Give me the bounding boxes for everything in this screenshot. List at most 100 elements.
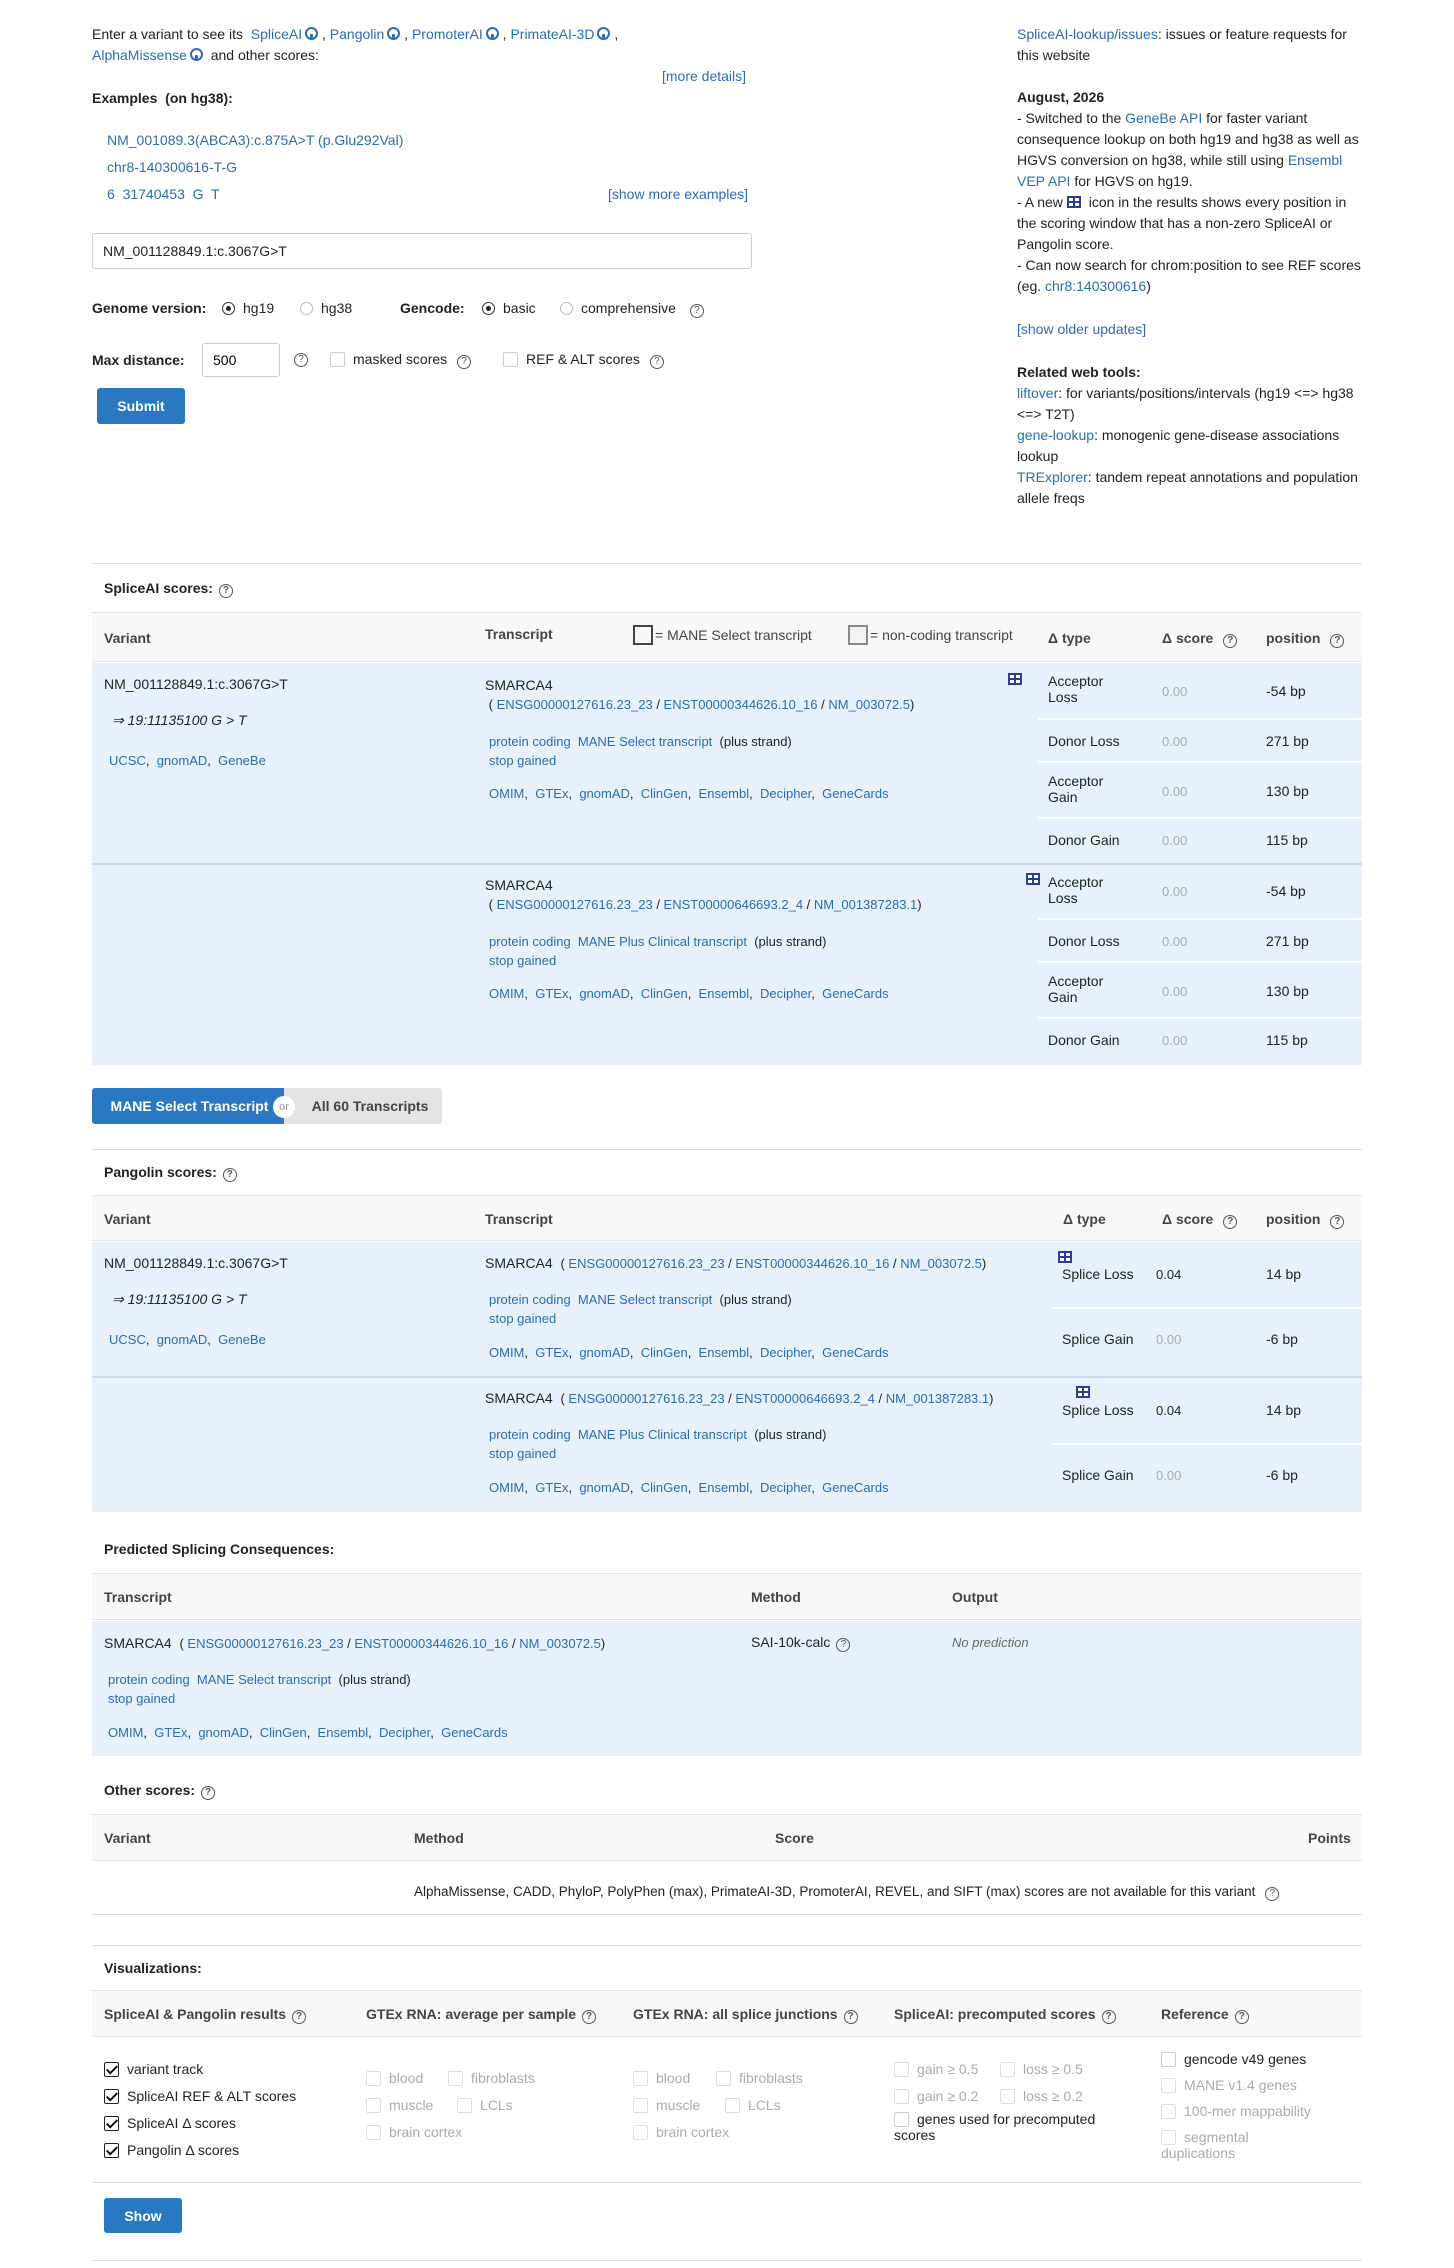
enst-link[interactable]: ENST00000646693.2_4: [664, 897, 804, 912]
help-icon[interactable]: ?: [836, 1638, 851, 1652]
variant-search-input[interactable]: [92, 233, 752, 269]
ref-alt-scores-checkbox[interactable]: REF & ALT scores?: [503, 351, 664, 369]
checkbox-icon[interactable]: [457, 2098, 472, 2113]
issues-link[interactable]: SpliceAI-lookup/issues: [1017, 26, 1158, 42]
radio-icon[interactable]: [300, 302, 313, 315]
gnomad-link[interactable]: gnomAD: [157, 753, 208, 768]
more-details-link[interactable]: [more details]: [662, 68, 746, 84]
gtex-link[interactable]: GTEx: [535, 1345, 568, 1360]
nm-link[interactable]: NM_001387283.1: [814, 897, 917, 912]
decipher-link[interactable]: Decipher: [760, 1480, 811, 1495]
ensg-link[interactable]: ENSG00000127616.23_23: [497, 897, 653, 912]
checkbox-icon[interactable]: [716, 2071, 731, 2086]
github-icon[interactable]: [485, 27, 499, 40]
help-icon[interactable]: ?: [1101, 2010, 1116, 2024]
nm-link[interactable]: NM_001387283.1: [886, 1391, 989, 1406]
gnomad-link[interactable]: gnomAD: [579, 786, 630, 801]
example-link-1[interactable]: NM_001089.3(ABCA3):c.875A>T (p.Glu292Val…: [107, 132, 403, 148]
genecards-link[interactable]: GeneCards: [822, 1345, 888, 1360]
github-icon[interactable]: [305, 27, 319, 40]
gnomad-link[interactable]: gnomAD: [579, 986, 630, 1001]
github-icon[interactable]: [597, 27, 611, 40]
gtex-junc-blood-checkbox[interactable]: blood: [633, 2070, 690, 2086]
tool-link-alphamissense[interactable]: AlphaMissense: [92, 47, 187, 63]
checkbox-icon[interactable]: [633, 2098, 648, 2113]
checkbox-icon[interactable]: [503, 352, 518, 367]
gtex-junc-fibroblasts-checkbox[interactable]: fibroblasts: [716, 2070, 803, 2086]
example-link-2[interactable]: chr8-140300616-T-G: [107, 159, 237, 175]
tool-link-primateai[interactable]: PrimateAI-3D: [510, 26, 594, 42]
gtex-avg-fibroblasts-checkbox[interactable]: fibroblasts: [448, 2070, 535, 2086]
ensg-link[interactable]: ENSG00000127616.23_23: [568, 1391, 724, 1406]
example-link-3[interactable]: 6 31740453 G T: [107, 186, 220, 202]
ucsc-link[interactable]: UCSC: [109, 1332, 146, 1347]
radio-hg19[interactable]: hg19: [222, 300, 274, 316]
clingen-link[interactable]: ClinGen: [260, 1725, 307, 1740]
enst-link[interactable]: ENST00000344626.10_16: [354, 1636, 508, 1651]
checkbox-icon[interactable]: [725, 2098, 740, 2113]
decipher-link[interactable]: Decipher: [379, 1725, 430, 1740]
omim-link[interactable]: OMIM: [489, 986, 524, 1001]
segmental-duplications-checkbox[interactable]: segmental duplications: [1161, 2129, 1321, 2161]
help-icon[interactable]: ?: [457, 355, 472, 369]
gencode-genes-checkbox[interactable]: gencode v49 genes: [1161, 2051, 1306, 2067]
github-icon[interactable]: [387, 27, 401, 40]
checkbox-icon[interactable]: [448, 2071, 463, 2086]
checkbox-icon[interactable]: [104, 2116, 119, 2131]
checkbox-icon[interactable]: [1000, 2089, 1015, 2104]
gtex-junc-lcls-checkbox[interactable]: LCLs: [725, 2097, 781, 2113]
omim-link[interactable]: OMIM: [489, 1345, 524, 1360]
enst-link[interactable]: ENST00000646693.2_4: [735, 1391, 875, 1406]
checkbox-icon[interactable]: [894, 2089, 909, 2104]
genebe-link[interactable]: GeneBe: [218, 1332, 266, 1347]
mane-genes-checkbox[interactable]: MANE v1.4 genes: [1161, 2077, 1297, 2093]
loss-02-checkbox[interactable]: loss ≥ 0.2: [1000, 2088, 1083, 2104]
genebe-api-link[interactable]: GeneBe API: [1125, 110, 1202, 126]
radio-hg38[interactable]: hg38: [300, 300, 352, 316]
show-button[interactable]: Show: [104, 2198, 182, 2233]
checkbox-icon[interactable]: [1161, 2104, 1176, 2119]
checkbox-icon[interactable]: [894, 2112, 909, 2127]
gnomad-link[interactable]: gnomAD: [579, 1480, 630, 1495]
gene-lookup-link[interactable]: gene-lookup: [1017, 427, 1094, 443]
submit-button[interactable]: Submit: [97, 388, 185, 424]
genecards-link[interactable]: GeneCards: [822, 986, 888, 1001]
decipher-link[interactable]: Decipher: [760, 786, 811, 801]
gtex-link[interactable]: GTEx: [154, 1725, 187, 1740]
variant-track-checkbox[interactable]: variant track: [104, 2056, 296, 2083]
help-icon[interactable]: ?: [218, 584, 233, 598]
omim-link[interactable]: OMIM: [489, 1480, 524, 1495]
nm-link[interactable]: NM_003072.5: [519, 1636, 601, 1651]
radio-icon[interactable]: [482, 302, 495, 315]
gnomad-link[interactable]: gnomAD: [157, 1332, 208, 1347]
example-position-link[interactable]: chr8:140300616: [1045, 278, 1146, 294]
clingen-link[interactable]: ClinGen: [641, 786, 688, 801]
help-icon[interactable]: ?: [843, 2010, 858, 2024]
gain-05-checkbox[interactable]: gain ≥ 0.5: [894, 2061, 978, 2077]
show-older-updates-link[interactable]: [show older updates]: [1017, 321, 1146, 337]
gtex-link[interactable]: GTEx: [535, 786, 568, 801]
radio-icon[interactable]: [222, 302, 235, 315]
help-icon[interactable]: ?: [1234, 2010, 1249, 2024]
clingen-link[interactable]: ClinGen: [641, 986, 688, 1001]
radio-comprehensive[interactable]: comprehensive?: [560, 300, 704, 318]
max-distance-input[interactable]: [202, 343, 280, 377]
checkbox-icon[interactable]: [1000, 2062, 1015, 2077]
pangolin-delta-checkbox[interactable]: Pangolin Δ scores: [104, 2137, 296, 2164]
help-icon[interactable]: ?: [582, 2010, 597, 2024]
ensembl-link[interactable]: Ensembl: [699, 1345, 750, 1360]
enst-link[interactable]: ENST00000344626.10_16: [664, 697, 818, 712]
all-transcripts-toggle-button[interactable]: All 60 Transcripts: [284, 1088, 442, 1124]
decipher-link[interactable]: Decipher: [760, 1345, 811, 1360]
loss-05-checkbox[interactable]: loss ≥ 0.5: [1000, 2061, 1083, 2077]
nm-link[interactable]: NM_003072.5: [900, 1256, 982, 1271]
ref-alt-checkbox[interactable]: SpliceAI REF & ALT scores: [104, 2083, 296, 2110]
trexplorer-link[interactable]: TRExplorer: [1017, 469, 1088, 485]
help-icon[interactable]: ?: [1330, 634, 1345, 648]
checkbox-icon[interactable]: [104, 2062, 119, 2077]
clingen-link[interactable]: ClinGen: [641, 1345, 688, 1360]
checkbox-icon[interactable]: [366, 2071, 381, 2086]
help-icon[interactable]: ?: [1223, 1215, 1238, 1229]
gtex-junc-muscle-checkbox[interactable]: muscle: [633, 2097, 700, 2113]
omim-link[interactable]: OMIM: [489, 786, 524, 801]
